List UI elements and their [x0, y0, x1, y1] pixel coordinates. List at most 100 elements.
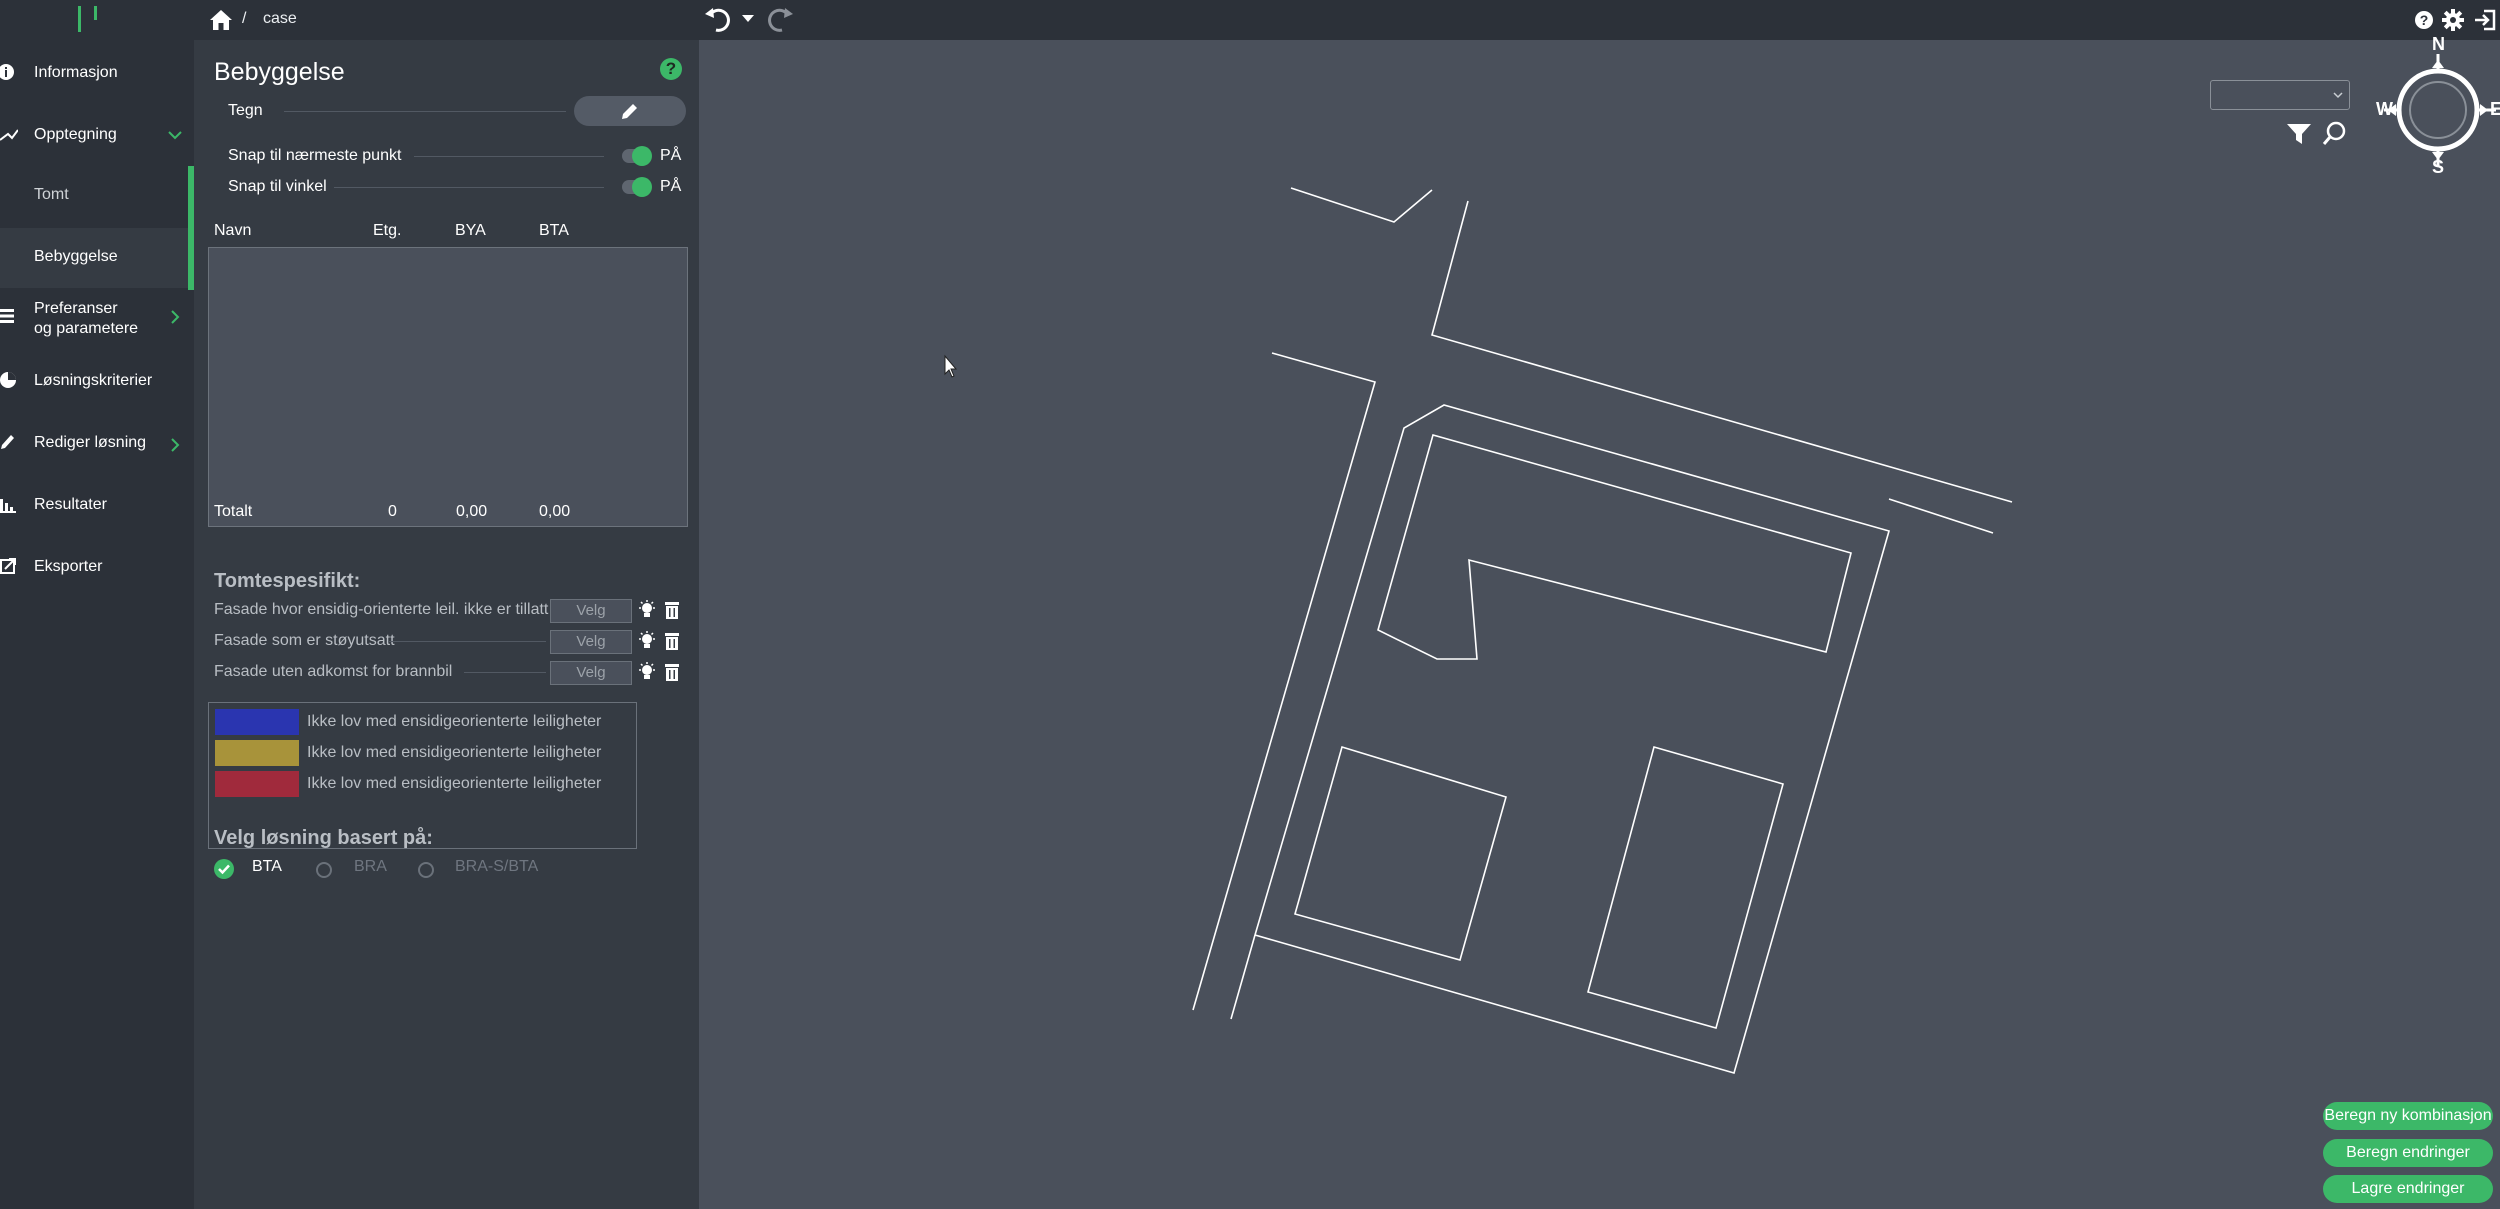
sidebar-item-label: Rediger løsning	[34, 434, 147, 451]
radio-selected-check-icon[interactable]	[214, 859, 234, 879]
chevron-down-icon	[168, 131, 182, 140]
facade-select-button[interactable]: Velg	[550, 630, 632, 654]
compass-east: E	[2490, 99, 2500, 119]
road-edge	[1431, 200, 2013, 503]
bebyggelse-panel: Bebyggelse ? Tegn Snap til nærmeste punk…	[194, 40, 699, 1209]
compass-west: W	[2376, 99, 2393, 119]
sidebar-item-label: Preferanser	[34, 300, 118, 317]
legend-label: Ikke lov med ensidigeorienterte leilighe…	[307, 744, 602, 761]
trash-icon[interactable]	[664, 631, 680, 651]
divider	[388, 641, 546, 642]
sidebar-item-label: Opptegning	[34, 126, 117, 143]
draw-button[interactable]	[574, 96, 686, 126]
trash-icon[interactable]	[664, 662, 680, 682]
section-title-solution-basis: Velg løsning basert på:	[214, 827, 433, 849]
road-edge	[1888, 498, 1994, 534]
sidebar: Informasjon Opptegning Tomt Bebyggelse P…	[0, 40, 194, 1209]
column-header-etg[interactable]: Etg.	[373, 222, 401, 240]
radio-bra[interactable]	[316, 862, 332, 878]
list-icon	[0, 309, 14, 323]
facade-select-button[interactable]: Velg	[550, 661, 632, 685]
layer-select[interactable]	[2210, 80, 2350, 110]
column-header-navn[interactable]: Navn	[214, 222, 251, 240]
redo-icon[interactable]	[762, 5, 794, 33]
sidebar-item-label: Bebyggelse	[34, 248, 118, 265]
snap-point-label: Snap til nærmeste punkt	[228, 147, 402, 164]
divider	[334, 187, 604, 188]
zoom-search-icon[interactable]	[2322, 120, 2350, 148]
legend-swatch-yellow	[215, 740, 299, 766]
road-edge	[1290, 187, 1433, 223]
sidebar-item-tomt[interactable]: Tomt	[0, 166, 190, 226]
sidebar-item-label: Resultater	[34, 496, 107, 513]
mouse-cursor-icon	[944, 354, 958, 378]
sidebar-item-rediger-losning[interactable]: Rediger løsning	[0, 432, 194, 462]
breadcrumb-separator: /	[242, 10, 247, 27]
snap-point-toggle[interactable]	[622, 146, 652, 166]
sidebar-item-label: Eksporter	[34, 558, 103, 575]
lightbulb-icon[interactable]	[638, 662, 656, 682]
lightbulb-icon[interactable]	[638, 631, 656, 651]
radio-label-bta: BTA	[252, 858, 282, 875]
legend-label: Ikke lov med ensidigeorienterte leilighe…	[307, 713, 602, 730]
facade-label: Fasade som er støyutsatt	[214, 632, 395, 649]
sidebar-item-opptegning[interactable]: Opptegning	[0, 124, 194, 154]
column-header-bya[interactable]: BYA	[455, 222, 486, 240]
undo-history-dropdown-icon[interactable]	[740, 12, 756, 24]
home-icon[interactable]	[208, 8, 234, 32]
undo-icon[interactable]	[704, 5, 736, 33]
section-title-tomtespesifikt: Tomtespesifikt:	[214, 570, 361, 592]
sidebar-item-bebyggelse[interactable]: Bebyggelse	[0, 228, 190, 288]
facade-label: Fasade hvor ensidig-orienterte leil. ikk…	[214, 601, 549, 618]
pencil-icon	[1, 435, 14, 449]
radio-label-bra: BRA	[354, 858, 387, 875]
building-outline	[1587, 746, 1784, 1029]
compute-changes-button[interactable]: Beregn endringer	[2323, 1139, 2493, 1167]
compass[interactable]: N S W E	[2376, 34, 2500, 177]
facade-label: Fasade uten adkomst for brannbil	[214, 663, 453, 680]
site-plan-canvas[interactable]	[699, 40, 2500, 1209]
radio-label-bra-s-bta: BRA-S/BTA	[455, 858, 539, 875]
sidebar-item-informasjon[interactable]: Informasjon	[0, 62, 194, 92]
bar-chart-icon	[0, 499, 16, 513]
breadcrumb-current[interactable]: case	[263, 10, 297, 28]
sidebar-item-label-line2: og parametere	[34, 320, 139, 337]
draw-path-icon	[0, 129, 18, 141]
help-icon[interactable]: ?	[2414, 10, 2434, 30]
svg-text:?: ?	[2420, 12, 2429, 28]
trash-icon[interactable]	[664, 600, 680, 620]
help-button[interactable]: ?	[660, 58, 682, 80]
save-changes-button[interactable]: Lagre endringer	[2323, 1175, 2493, 1203]
sidebar-item-preferanser[interactable]: Preferanser og parametere	[0, 298, 194, 346]
lightbulb-icon[interactable]	[638, 600, 656, 620]
facade-select-button[interactable]: Velg	[550, 599, 632, 623]
snap-angle-label: Snap til vinkel	[228, 178, 327, 195]
column-header-bta[interactable]: BTA	[539, 222, 569, 240]
pie-chart-icon	[0, 372, 16, 388]
chevron-right-icon	[171, 310, 180, 324]
sidebar-item-eksporter[interactable]: Eksporter	[0, 556, 194, 586]
compute-new-combination-button[interactable]: Beregn ny kombinasjon	[2323, 1102, 2493, 1130]
info-icon	[0, 64, 14, 80]
logout-icon[interactable]	[2474, 9, 2496, 31]
legend-swatch-blue	[215, 709, 299, 735]
compass-south: S	[2432, 157, 2445, 177]
chevron-right-icon	[171, 438, 180, 452]
compass-north: N	[2432, 34, 2445, 54]
divider	[284, 111, 566, 112]
chevron-down-icon	[2333, 92, 2343, 99]
top-bar: / case ?	[0, 0, 2500, 40]
pencil-icon	[622, 104, 637, 119]
plot-boundary	[1230, 404, 1890, 1074]
draw-label: Tegn	[228, 102, 263, 119]
radio-bra-s-bta[interactable]	[418, 862, 434, 878]
building-outline	[1377, 434, 1852, 660]
settings-gear-icon[interactable]	[2442, 9, 2464, 31]
snap-angle-toggle[interactable]	[622, 177, 652, 197]
divider	[414, 156, 604, 157]
sidebar-item-losningskriterier[interactable]: Løsningskriterier	[0, 370, 194, 400]
page-title: Bebyggelse	[214, 58, 345, 86]
building-table: Totalt 0 0,00 0,00	[208, 247, 688, 527]
filter-icon[interactable]	[2286, 122, 2312, 146]
sidebar-item-resultater[interactable]: Resultater	[0, 494, 194, 524]
